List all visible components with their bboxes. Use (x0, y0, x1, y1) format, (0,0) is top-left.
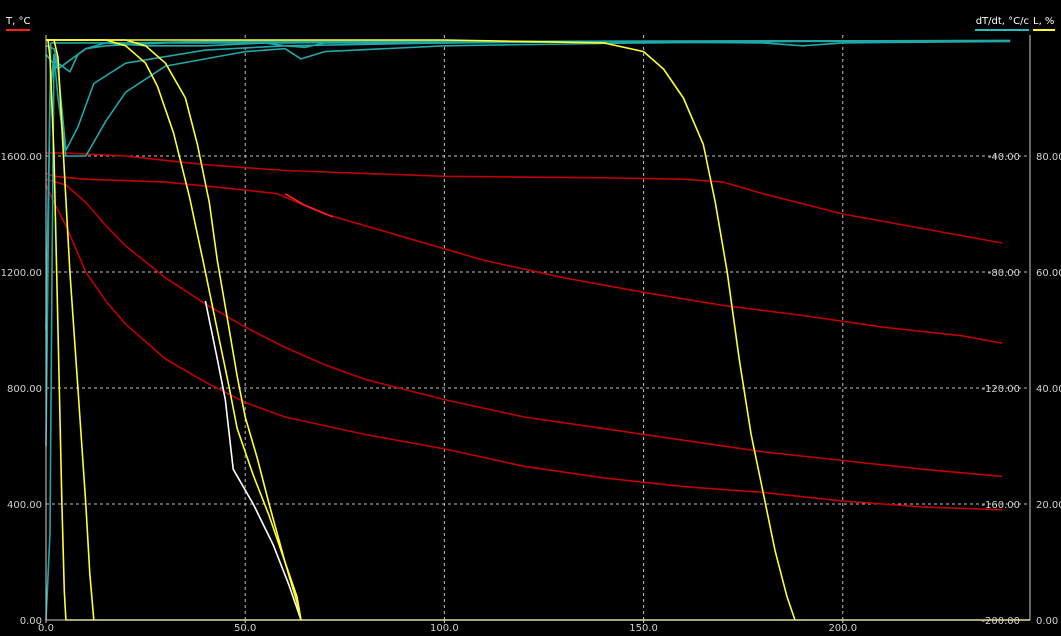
x-tick-label: 150.0 (629, 623, 658, 634)
right-axis-2-label: L, % (1033, 16, 1054, 27)
left-tick-label: 400.00 (7, 500, 42, 511)
right-1-tick-label: -200.00 (981, 616, 1020, 627)
x-tick-label: 200.0 (828, 623, 857, 634)
plot-background (0, 0, 1061, 636)
right-2-tick-label: 40.00 (1036, 384, 1061, 395)
right-2-tick-label: 80.00 (1036, 152, 1061, 163)
right-1-tick-label: -160.00 (981, 500, 1020, 511)
right-2-tick-label: 0.00 (1036, 616, 1058, 627)
right-axis-1-label: dT/dt, °C/c (976, 16, 1029, 27)
right-1-tick-label: -40.00 (988, 152, 1020, 163)
right-1-tick-label: -80.00 (988, 268, 1020, 279)
x-tick-label: 50.0 (234, 623, 256, 634)
left-tick-label: 1200.00 (1, 268, 42, 279)
right-2-tick-label: 20.00 (1036, 500, 1061, 511)
right-2-tick-label: 60.00 (1036, 268, 1061, 279)
right-1-tick-label: -120.00 (981, 384, 1020, 395)
x-tick-label: 100.0 (430, 623, 459, 634)
left-axis-label: T, °C (5, 16, 30, 27)
chart: 0.0 50.0 100.0 150.0 200.00.00400.00800.0012… (0, 0, 1061, 636)
left-tick-label: 800.00 (7, 384, 42, 395)
left-tick-label: 0.00 (20, 616, 42, 627)
left-tick-label: 1600.00 (1, 152, 42, 163)
